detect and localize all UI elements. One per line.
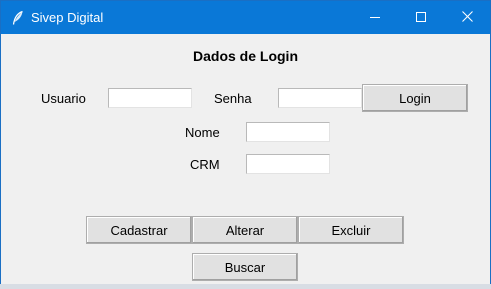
maximize-button[interactable] [398,1,444,34]
login-button[interactable]: Login [362,84,468,112]
minimize-icon [370,9,380,27]
title-bar[interactable]: Sivep Digital [1,1,490,34]
background-strip [0,284,491,289]
form-area: Dados de Login Usuario Senha Login Nome … [1,34,490,289]
excluir-button[interactable]: Excluir [298,216,404,244]
buscar-button[interactable]: Buscar [192,253,298,281]
nome-input[interactable] [246,122,330,142]
form-heading: Dados de Login [193,48,298,64]
crm-input[interactable] [246,154,330,174]
cadastrar-button[interactable]: Cadastrar [86,216,192,244]
window-title: Sivep Digital [31,10,104,25]
crm-label: CRM [190,157,220,172]
alterar-button[interactable]: Alterar [192,216,298,244]
feather-icon [10,10,26,26]
close-icon [461,9,473,27]
senha-input[interactable] [278,88,362,108]
nome-label: Nome [185,125,220,140]
usuario-label: Usuario [41,91,86,106]
app-window: Sivep Digital Dados de Login Usuario Sen… [0,0,491,289]
minimize-button[interactable] [352,1,398,34]
senha-label: Senha [214,91,252,106]
maximize-icon [416,9,426,27]
close-button[interactable] [444,1,490,34]
usuario-input[interactable] [108,88,192,108]
